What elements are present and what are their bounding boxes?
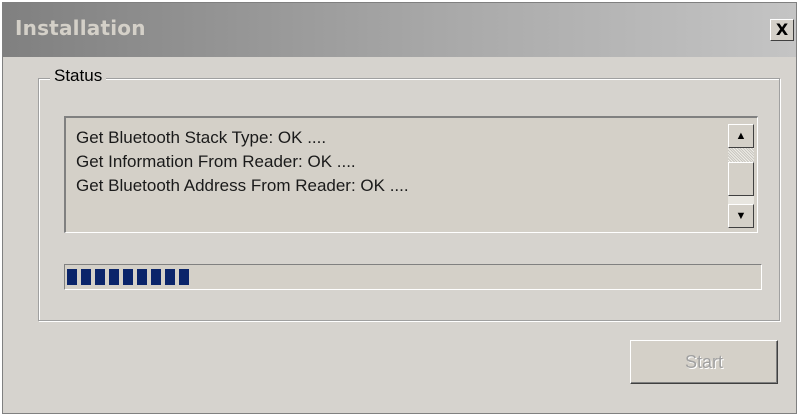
progress-block xyxy=(137,269,147,285)
scroll-down-button[interactable]: ▼ xyxy=(728,204,754,228)
log-line: Get Information From Reader: OK .... xyxy=(76,152,356,171)
progress-fill xyxy=(67,269,193,285)
progress-block xyxy=(165,269,175,285)
scrollbar-thumb[interactable] xyxy=(728,162,754,196)
log-line: Get Bluetooth Address From Reader: OK ..… xyxy=(76,176,409,195)
progress-block xyxy=(123,269,133,285)
log-scrollbar[interactable]: ▲ ▼ xyxy=(728,124,754,228)
progress-block xyxy=(151,269,161,285)
window-title: Installation xyxy=(15,16,146,40)
start-button[interactable]: Start xyxy=(630,340,778,384)
arrow-down-icon: ▼ xyxy=(735,210,747,222)
log-lines: Get Bluetooth Stack Type: OK .... Get In… xyxy=(76,126,409,198)
close-button[interactable]: X xyxy=(770,19,794,41)
progress-block xyxy=(95,269,105,285)
progress-block xyxy=(67,269,77,285)
scroll-up-button[interactable]: ▲ xyxy=(728,124,754,148)
scrollbar-track[interactable] xyxy=(728,148,754,162)
close-icon: X xyxy=(775,20,789,39)
title-bar[interactable]: Installation X xyxy=(3,3,796,57)
installation-progress-bar xyxy=(64,264,762,290)
progress-block xyxy=(109,269,119,285)
status-group-label: Status xyxy=(50,66,107,86)
log-line: Get Bluetooth Stack Type: OK .... xyxy=(76,128,327,147)
status-log: Get Bluetooth Stack Type: OK .... Get In… xyxy=(64,116,758,233)
progress-block xyxy=(179,269,189,285)
arrow-up-icon: ▲ xyxy=(735,130,747,142)
progress-block xyxy=(81,269,91,285)
